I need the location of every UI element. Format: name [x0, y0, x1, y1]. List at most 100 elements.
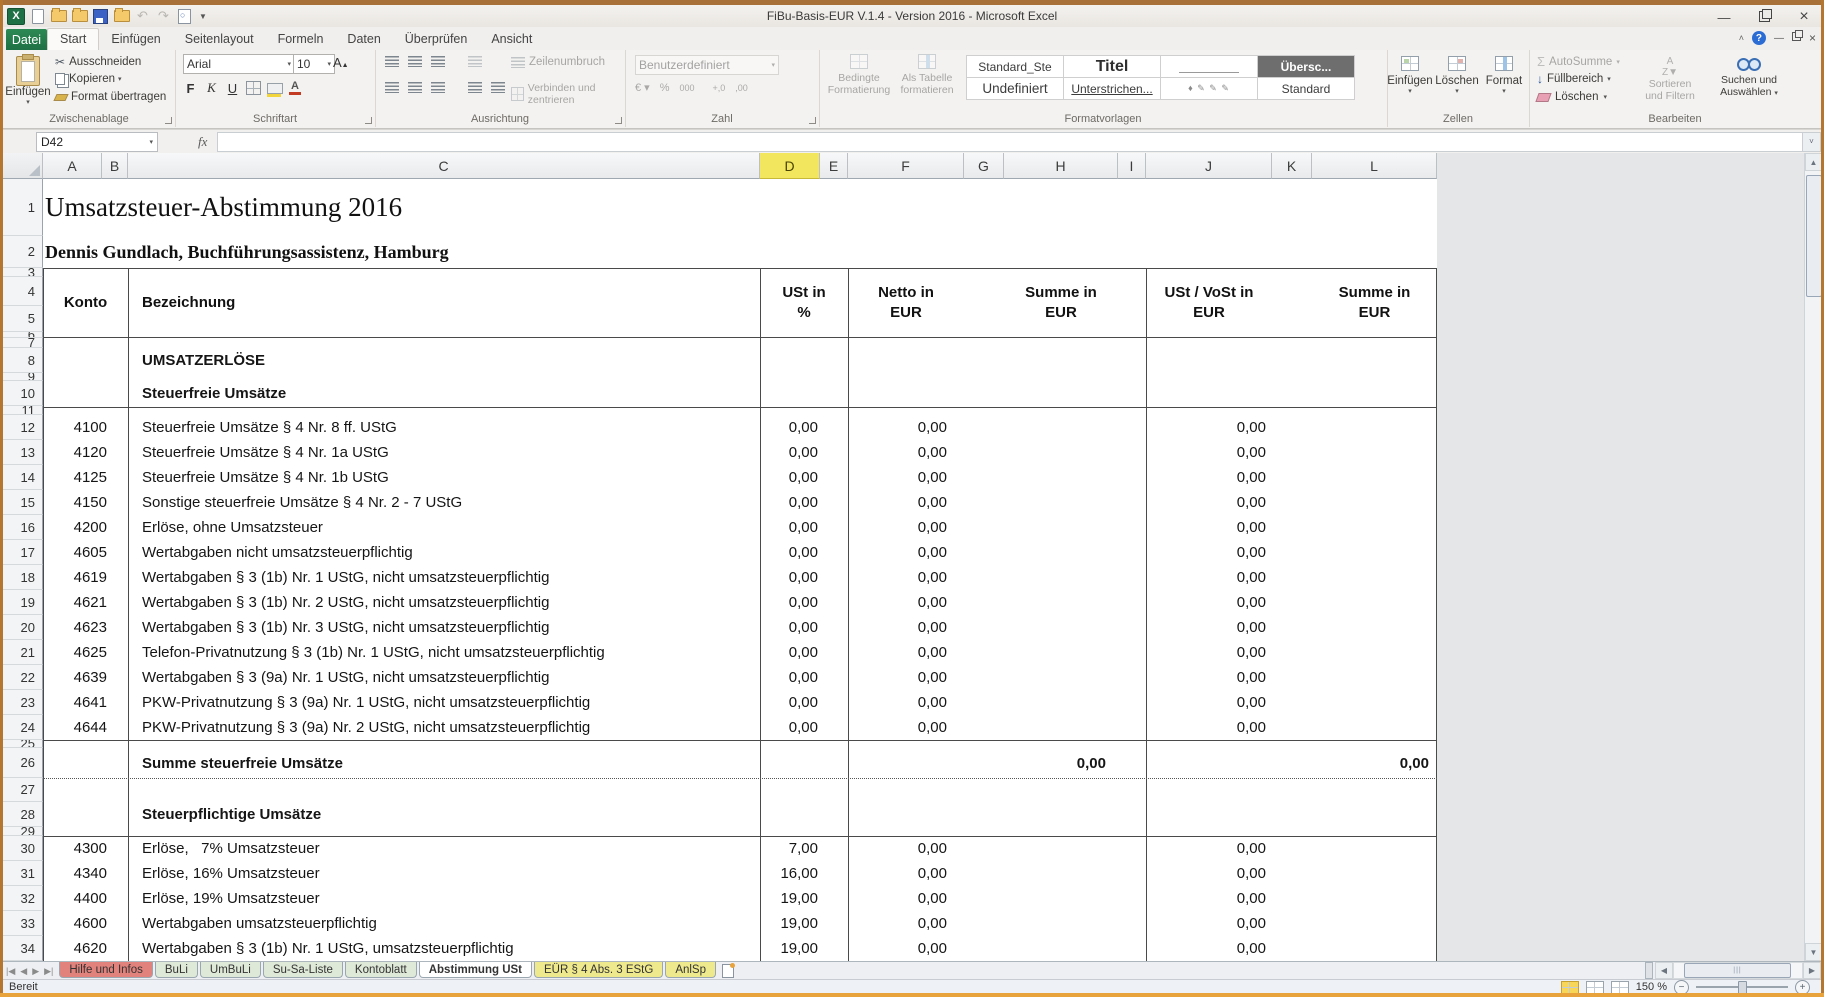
- insert-worksheet-icon[interactable]: [722, 964, 734, 978]
- cell-ust[interactable]: 0,00: [760, 415, 848, 440]
- style-blank[interactable]: [1161, 56, 1257, 77]
- page-layout-view-icon[interactable]: [1586, 981, 1604, 994]
- minimize-button[interactable]: —: [1715, 10, 1733, 25]
- column-header-l[interactable]: L: [1312, 153, 1437, 179]
- insert-cells-button[interactable]: Einfügen ▾: [1387, 50, 1433, 95]
- cell-konto[interactable]: 4125: [43, 465, 128, 490]
- autosum-button[interactable]: Σ AutoSumme▾: [1537, 54, 1620, 69]
- last-sheet-icon[interactable]: ▶|: [44, 966, 53, 977]
- prev-sheet-icon[interactable]: ◀: [20, 966, 27, 977]
- tab-start[interactable]: Start: [47, 28, 99, 50]
- row-header[interactable]: 17: [0, 540, 43, 565]
- expand-formula-bar-icon[interactable]: ˅: [1802, 132, 1821, 152]
- increase-decimal-icon[interactable]: +,0: [713, 83, 726, 93]
- horizontal-scrollbar-track[interactable]: |||: [1673, 962, 1803, 979]
- column-header-a[interactable]: A: [43, 153, 102, 179]
- number-dialog-launcher-icon[interactable]: [809, 117, 816, 124]
- format-as-table-button[interactable]: Als Tabelleformatieren: [895, 54, 959, 96]
- cell-netto[interactable]: 0,00: [848, 861, 964, 886]
- close-button[interactable]: ×: [1795, 8, 1813, 26]
- cell-sum-ust[interactable]: 0,00: [1312, 748, 1437, 778]
- merge-center-button[interactable]: Verbinden und zentrieren: [511, 82, 625, 106]
- tab-formeln[interactable]: Formeln: [266, 29, 336, 50]
- sheet-tab-umbuli[interactable]: UmBuLi: [200, 962, 261, 978]
- cell-netto[interactable]: 0,00: [848, 911, 964, 936]
- row-header[interactable]: 34: [0, 936, 43, 961]
- underline-button[interactable]: U: [225, 81, 240, 96]
- minimize-ribbon-icon[interactable]: ˄: [1739, 33, 1744, 43]
- cell-bezeichnung[interactable]: Steuerfreie Umsätze § 4 Nr. 8 ff. UStG: [128, 415, 760, 440]
- cell-konto[interactable]: 4200: [43, 515, 128, 540]
- orientation-icon[interactable]: [468, 56, 482, 67]
- cell-ust[interactable]: 0,00: [760, 540, 848, 565]
- cell-netto[interactable]: 0,00: [848, 665, 964, 690]
- tab-ansicht[interactable]: Ansicht: [479, 29, 544, 50]
- column-header-f[interactable]: F: [848, 153, 964, 179]
- cell-ust[interactable]: 0,00: [760, 665, 848, 690]
- column-header-j[interactable]: J: [1146, 153, 1272, 179]
- cell-konto[interactable]: 4623: [43, 615, 128, 640]
- cell-bezeichnung[interactable]: Steuerfreie Umsätze § 4 Nr. 1b UStG: [128, 465, 760, 490]
- sheet-tab-anlsp[interactable]: AnlSp: [665, 962, 716, 978]
- comma-format-icon[interactable]: 000: [679, 83, 694, 93]
- section-header-cell[interactable]: Steuerfreie Umsätze: [128, 381, 760, 406]
- fill-color-icon[interactable]: [267, 83, 283, 94]
- style-standard[interactable]: Standard: [1258, 78, 1354, 99]
- cell-vost[interactable]: 0,00: [1146, 936, 1272, 961]
- copy-button[interactable]: Kopieren ▾: [55, 73, 122, 85]
- cell-ust[interactable]: 19,00: [760, 936, 848, 961]
- scroll-up-icon[interactable]: ▲: [1805, 153, 1822, 171]
- cell-vost[interactable]: 0,00: [1146, 715, 1272, 740]
- row-header[interactable]: 25: [0, 740, 43, 748]
- cell-konto[interactable]: 4605: [43, 540, 128, 565]
- tab-seitenlayout[interactable]: Seitenlayout: [173, 29, 266, 50]
- style-standard-ste[interactable]: Standard_Ste: [967, 56, 1063, 77]
- sheet-tab-euer[interactable]: EÜR § 4 Abs. 3 EStG: [534, 962, 663, 978]
- row-header[interactable]: 21: [0, 640, 43, 665]
- style-unterstrichen[interactable]: Unterstrichen...: [1064, 78, 1160, 99]
- font-dialog-launcher-icon[interactable]: [365, 117, 372, 124]
- row-header[interactable]: 1: [0, 179, 43, 236]
- help-icon[interactable]: ?: [1752, 31, 1766, 45]
- cell-netto[interactable]: 0,00: [848, 936, 964, 961]
- cell-konto[interactable]: 4621: [43, 590, 128, 615]
- cell-bezeichnung[interactable]: Sonstige steuerfreie Umsätze § 4 Nr. 2 -…: [128, 490, 760, 515]
- cell-bezeichnung[interactable]: Wertabgaben § 3 (1b) Nr. 1 UStG, nicht u…: [128, 565, 760, 590]
- clipboard-dialog-launcher-icon[interactable]: [165, 117, 172, 124]
- format-painter-button[interactable]: Format übertragen: [55, 91, 166, 103]
- row-header[interactable]: 12: [0, 415, 43, 440]
- scroll-down-icon[interactable]: ▼: [1805, 943, 1822, 961]
- format-cells-button[interactable]: Format ▾: [1481, 50, 1527, 95]
- cell-konto[interactable]: 4641: [43, 690, 128, 715]
- tab-ueberpruefen[interactable]: Überprüfen: [393, 29, 480, 50]
- scroll-left-icon[interactable]: ◀: [1655, 962, 1673, 979]
- row-header[interactable]: 9: [0, 373, 43, 381]
- tab-daten[interactable]: Daten: [335, 29, 392, 50]
- cell-netto[interactable]: 0,00: [848, 690, 964, 715]
- horizontal-scrollbar-thumb[interactable]: |||: [1684, 963, 1791, 978]
- cell-konto[interactable]: 4120: [43, 440, 128, 465]
- cell-vost[interactable]: 0,00: [1146, 640, 1272, 665]
- fill-button[interactable]: ↓ Füllbereich▾: [1537, 72, 1611, 86]
- cell-bezeichnung[interactable]: PKW-Privatnutzung § 3 (9a) Nr. 1 UStG, n…: [128, 690, 760, 715]
- row-header[interactable]: 27: [0, 778, 43, 802]
- row-header[interactable]: 18: [0, 565, 43, 590]
- cell-ust[interactable]: 0,00: [760, 615, 848, 640]
- row-header[interactable]: 20: [0, 615, 43, 640]
- number-format-combo[interactable]: Benutzerdefiniert▾: [635, 55, 779, 75]
- cell-bezeichnung[interactable]: Wertabgaben § 3 (1b) Nr. 1 UStG, umsatzs…: [128, 936, 760, 961]
- scroll-right-icon[interactable]: ▶: [1803, 962, 1821, 979]
- cell-netto[interactable]: 0,00: [848, 540, 964, 565]
- cell-vost[interactable]: 0,00: [1146, 590, 1272, 615]
- row-header[interactable]: 31: [0, 861, 43, 886]
- tab-split-handle[interactable]: [1645, 962, 1653, 979]
- cell-konto[interactable]: 4100: [43, 415, 128, 440]
- cell-netto[interactable]: 0,00: [848, 415, 964, 440]
- cell-bezeichnung[interactable]: Wertabgaben umsatzsteuerpflichtig: [128, 911, 760, 936]
- cell-netto[interactable]: 0,00: [848, 440, 964, 465]
- sheet-tab-su-sa-liste[interactable]: Su-Sa-Liste: [263, 962, 343, 978]
- column-header-e[interactable]: E: [820, 153, 848, 179]
- cell-ust[interactable]: 19,00: [760, 911, 848, 936]
- cell-bezeichnung[interactable]: Wertabgaben § 3 (9a) Nr. 1 UStG, nicht u…: [128, 665, 760, 690]
- row-header[interactable]: 14: [0, 465, 43, 490]
